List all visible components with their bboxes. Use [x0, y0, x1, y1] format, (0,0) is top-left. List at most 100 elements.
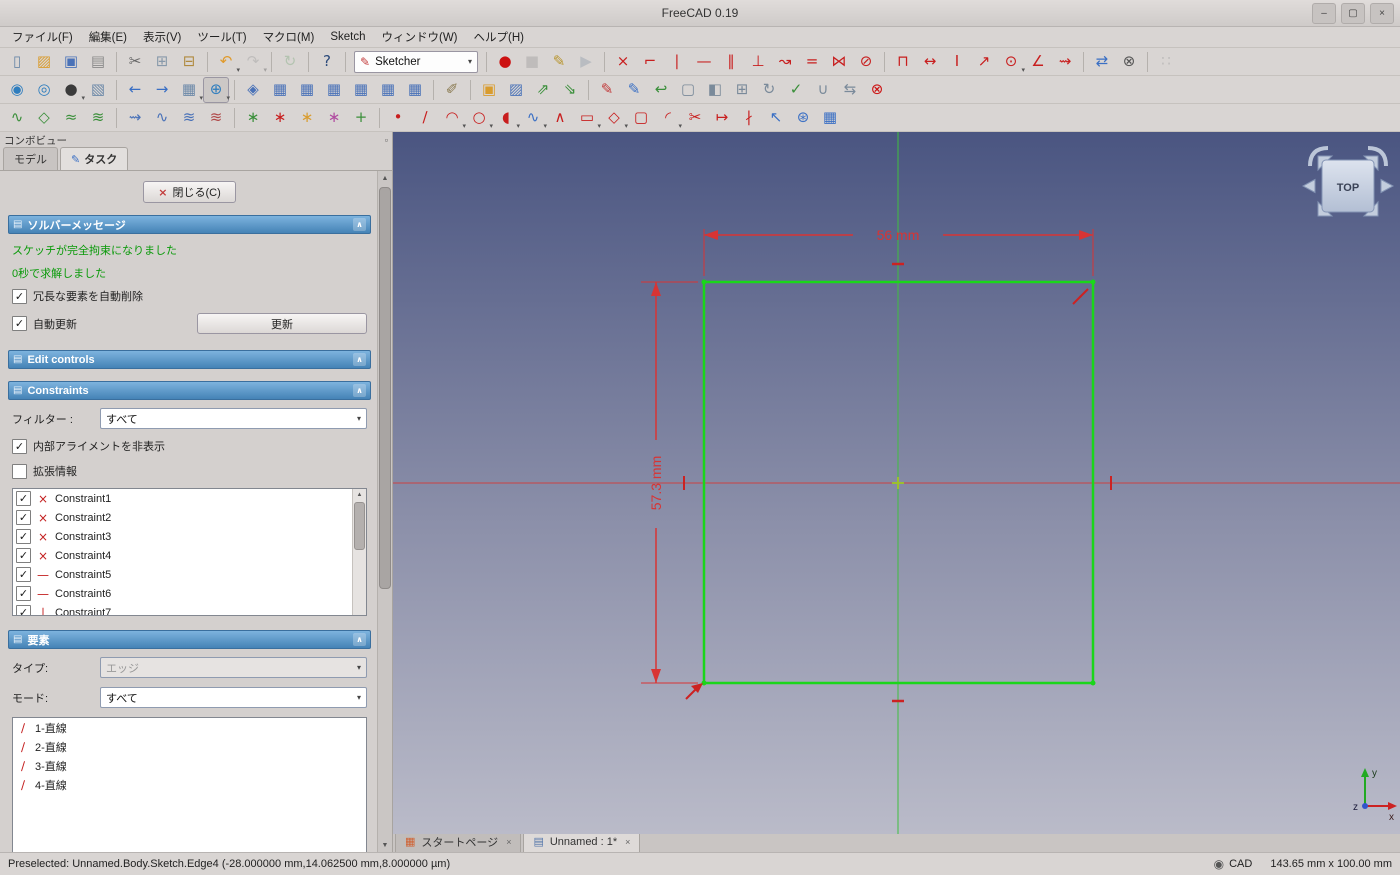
tab-tasks[interactable]: ✎ タスク: [60, 147, 128, 170]
nav-forward-button[interactable]: →: [149, 77, 175, 103]
element-row[interactable]: ∕3-直線: [13, 756, 366, 775]
constrain-angle-button[interactable]: ∠: [1025, 49, 1051, 75]
constraint-row[interactable]: ✓∣Constraint7: [13, 603, 366, 616]
save-button[interactable]: ▣: [58, 49, 84, 75]
view-bottom-button[interactable]: ▦: [375, 77, 401, 103]
create-conic-button[interactable]: ◖: [493, 105, 519, 131]
constrain-perpendicular-button[interactable]: ⊥: [745, 49, 771, 75]
constraints-list-scrollbar[interactable]: ▲: [352, 489, 366, 615]
constraint-row[interactable]: ✓—Constraint6: [13, 584, 366, 603]
maximize-button[interactable]: ▢: [1341, 3, 1365, 24]
make-link-button[interactable]: ⇗: [530, 77, 556, 103]
nav-back-button[interactable]: ←: [122, 77, 148, 103]
select-constraints-button[interactable]: ∗: [267, 105, 293, 131]
constrain-equal-button[interactable]: =: [799, 49, 825, 75]
open-file-button[interactable]: ▨: [31, 49, 57, 75]
update-button[interactable]: 更新: [197, 313, 367, 334]
create-part-button[interactable]: ▣: [476, 77, 502, 103]
nav-style-selector[interactable]: ◉ CAD: [1214, 857, 1253, 871]
scroll-up-icon[interactable]: ▲: [357, 489, 363, 501]
constraint-visibility-checkbox[interactable]: ✓: [16, 510, 31, 525]
toggle-construction-button[interactable]: ▦: [817, 105, 843, 131]
menu-view[interactable]: 表示(V): [135, 27, 189, 47]
menu-tools[interactable]: ツール(T): [189, 27, 254, 47]
constrain-snells-law-button[interactable]: ⇝: [1052, 49, 1078, 75]
measure-distance-button[interactable]: ✐: [439, 77, 465, 103]
show-bspline-curvature-comb-button[interactable]: ≈: [58, 105, 84, 131]
navcube-label[interactable]: TOP: [1337, 182, 1359, 194]
sketch-canvas[interactable]: 56 mm 57.3 mm: [393, 132, 1400, 834]
view-right-button[interactable]: ▦: [321, 77, 347, 103]
vertex-bottom-right[interactable]: [1091, 681, 1096, 686]
print-button[interactable]: ▤: [85, 49, 111, 75]
constrain-distance-y-button[interactable]: I: [944, 49, 970, 75]
edit-sketch-button[interactable]: ✎: [621, 77, 647, 103]
toggle-active-constraint-button[interactable]: ⊗: [1116, 49, 1142, 75]
close-tab-icon[interactable]: ×: [625, 837, 630, 847]
menu-edit[interactable]: 編集(E): [81, 27, 135, 47]
view-top-button[interactable]: ▦: [294, 77, 320, 103]
elements-section-header[interactable]: ▤ 要素 ∧: [8, 630, 371, 649]
constrain-parallel-button[interactable]: ∥: [718, 49, 744, 75]
increase-bspline-degree-button[interactable]: ∿: [149, 105, 175, 131]
undock-panel-icon[interactable]: ▫: [385, 135, 388, 145]
tab-model[interactable]: モデル: [3, 147, 58, 170]
element-row[interactable]: ∕1-直線: [13, 718, 366, 737]
create-bspline-button[interactable]: ∿: [520, 105, 546, 131]
constraint-visibility-checkbox[interactable]: ✓: [16, 529, 31, 544]
validate-sketch-button[interactable]: ✓: [783, 77, 809, 103]
constrain-coincident-button[interactable]: ×: [610, 49, 636, 75]
undo-button[interactable]: ↶: [213, 49, 239, 75]
vertex-top-left[interactable]: [702, 280, 707, 285]
auto-update-checkbox[interactable]: ✓: [12, 316, 27, 331]
show-bspline-control-polygon-button[interactable]: ◇: [31, 105, 57, 131]
close-window-button[interactable]: ×: [1370, 3, 1394, 24]
element-row[interactable]: ∕4-直線: [13, 775, 366, 794]
create-circle-button[interactable]: ○: [466, 105, 492, 131]
paste-button[interactable]: ⊟: [176, 49, 202, 75]
menu-macro[interactable]: マクロ(M): [255, 27, 323, 47]
constrain-horizontal-button[interactable]: —: [691, 49, 717, 75]
macro-record-button[interactable]: ●: [492, 49, 518, 75]
element-row[interactable]: ∕2-直線: [13, 737, 366, 756]
edit-controls-header[interactable]: ▤ Edit controls ∧: [8, 350, 371, 369]
create-fillet-button[interactable]: ◜: [655, 105, 681, 131]
cut-button[interactable]: ✂: [122, 49, 148, 75]
element-mode-select[interactable]: すべて ▾: [100, 687, 367, 708]
constrain-radius-button[interactable]: ⊙: [998, 49, 1024, 75]
create-arc-button[interactable]: ◠: [439, 105, 465, 131]
collapse-icon[interactable]: ∧: [353, 384, 366, 397]
constraint-row[interactable]: ✓×Constraint2: [13, 508, 366, 527]
dimension-57mm-label[interactable]: 57.3 mm: [648, 456, 664, 510]
constraint-row[interactable]: ✓×Constraint1: [13, 489, 366, 508]
view-front-button[interactable]: ▦: [267, 77, 293, 103]
vertex-bottom-left[interactable]: [702, 681, 707, 686]
close-tab-icon[interactable]: ×: [506, 837, 511, 847]
create-sketch-button[interactable]: ✎: [594, 77, 620, 103]
collapse-icon[interactable]: ∧: [353, 353, 366, 366]
reorient-sketch-button[interactable]: ↻: [756, 77, 782, 103]
merge-sketches-button[interactable]: ∪: [810, 77, 836, 103]
show-bspline-knot-multiplicity-button[interactable]: ≋: [85, 105, 111, 131]
collapse-icon[interactable]: ∧: [353, 218, 366, 231]
scroll-down-icon[interactable]: ▼: [378, 838, 392, 852]
minimize-button[interactable]: –: [1312, 3, 1336, 24]
create-group-button[interactable]: ▨: [503, 77, 529, 103]
create-rectangle-button[interactable]: ▭: [574, 105, 600, 131]
external-geometry-button[interactable]: ↖: [763, 105, 789, 131]
constraint-visibility-checkbox[interactable]: ✓: [16, 491, 31, 506]
macro-edit-button[interactable]: ✎: [546, 49, 572, 75]
constraint-row[interactable]: ✓×Constraint4: [13, 546, 366, 565]
zoom-tools-button[interactable]: ⊕: [203, 77, 229, 103]
convert-to-bspline-button[interactable]: ⇝: [122, 105, 148, 131]
bounding-box-button[interactable]: ▧: [85, 77, 111, 103]
constraint-visibility-checkbox[interactable]: ✓: [16, 605, 31, 616]
constraint-row[interactable]: ✓—Constraint5: [13, 565, 366, 584]
leave-sketch-button[interactable]: ↩: [648, 77, 674, 103]
create-slot-button[interactable]: ▢: [628, 105, 654, 131]
create-line-button[interactable]: ∕: [412, 105, 438, 131]
create-polygon-button[interactable]: ◇: [601, 105, 627, 131]
copy-button[interactable]: ⊞: [149, 49, 175, 75]
select-redundant-constraints-button[interactable]: ∗: [294, 105, 320, 131]
trim-edge-button[interactable]: ✂: [682, 105, 708, 131]
